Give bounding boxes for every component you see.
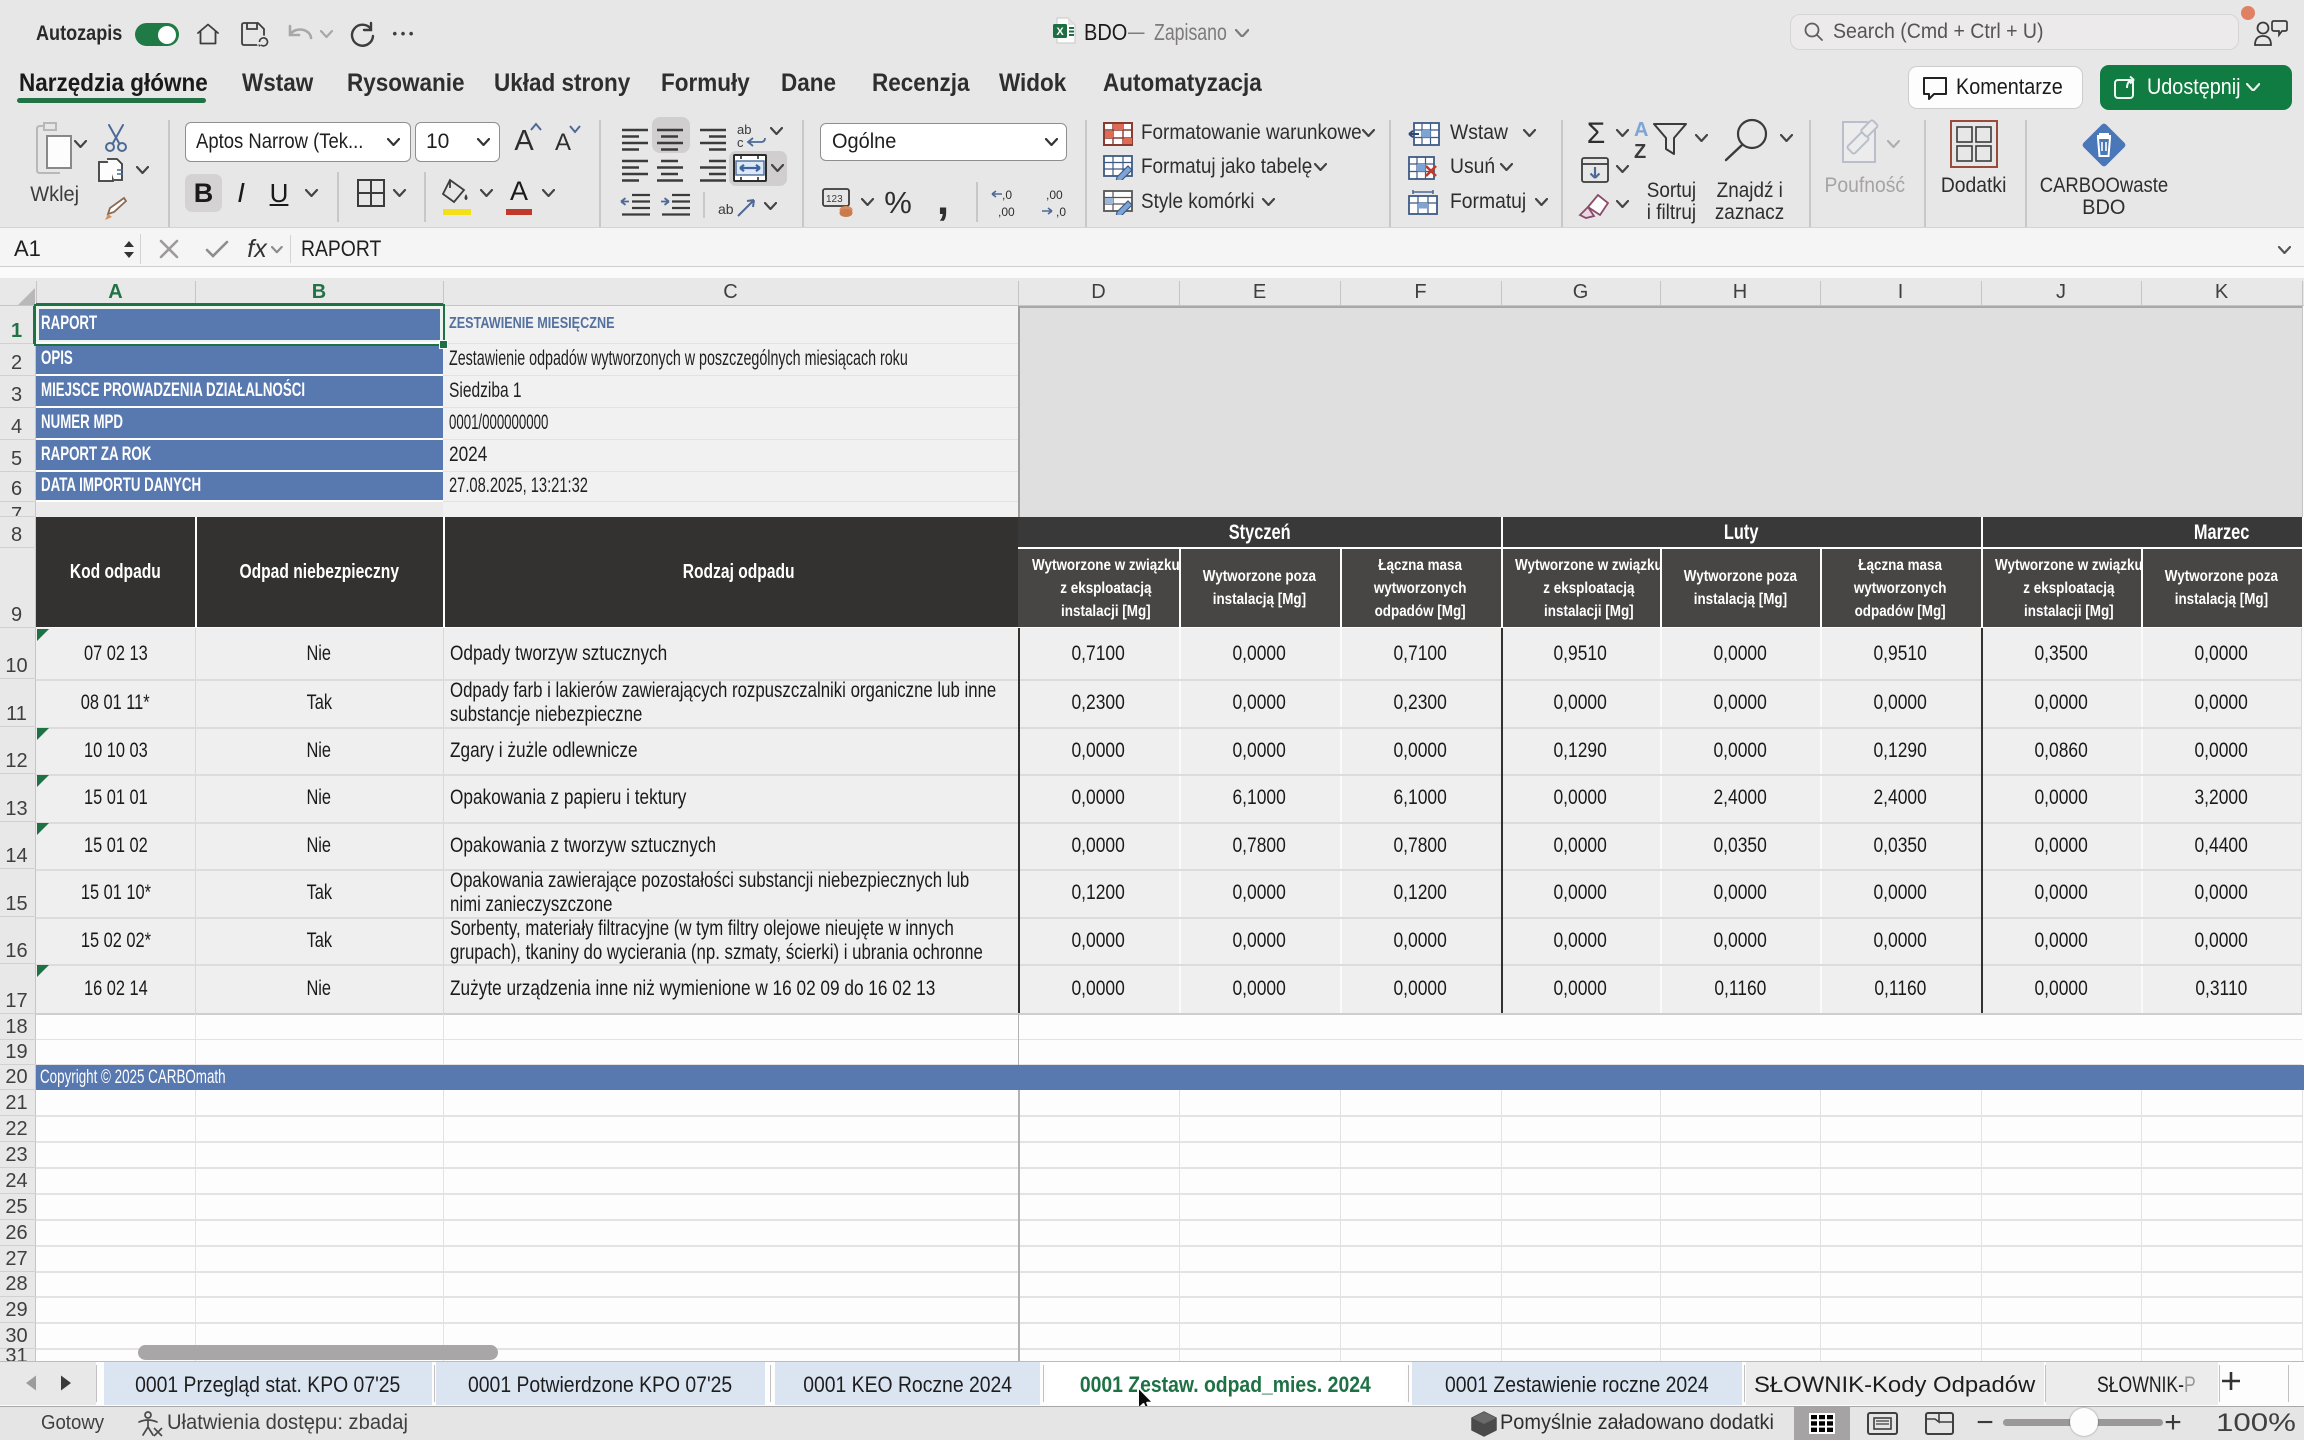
svg-text:Z: Z — [1634, 141, 1646, 160]
svg-text:,0: ,0 — [1002, 188, 1012, 202]
svg-text:,0: ,0 — [1056, 205, 1066, 218]
svg-text:123: 123 — [826, 194, 843, 205]
svg-text:c: c — [737, 135, 744, 150]
svg-text:,00: ,00 — [1046, 188, 1063, 202]
svg-text:A: A — [1634, 119, 1648, 141]
svg-text:,00: ,00 — [998, 205, 1015, 218]
svg-text:X: X — [1056, 26, 1064, 38]
svg-text:ab: ab — [718, 201, 734, 217]
